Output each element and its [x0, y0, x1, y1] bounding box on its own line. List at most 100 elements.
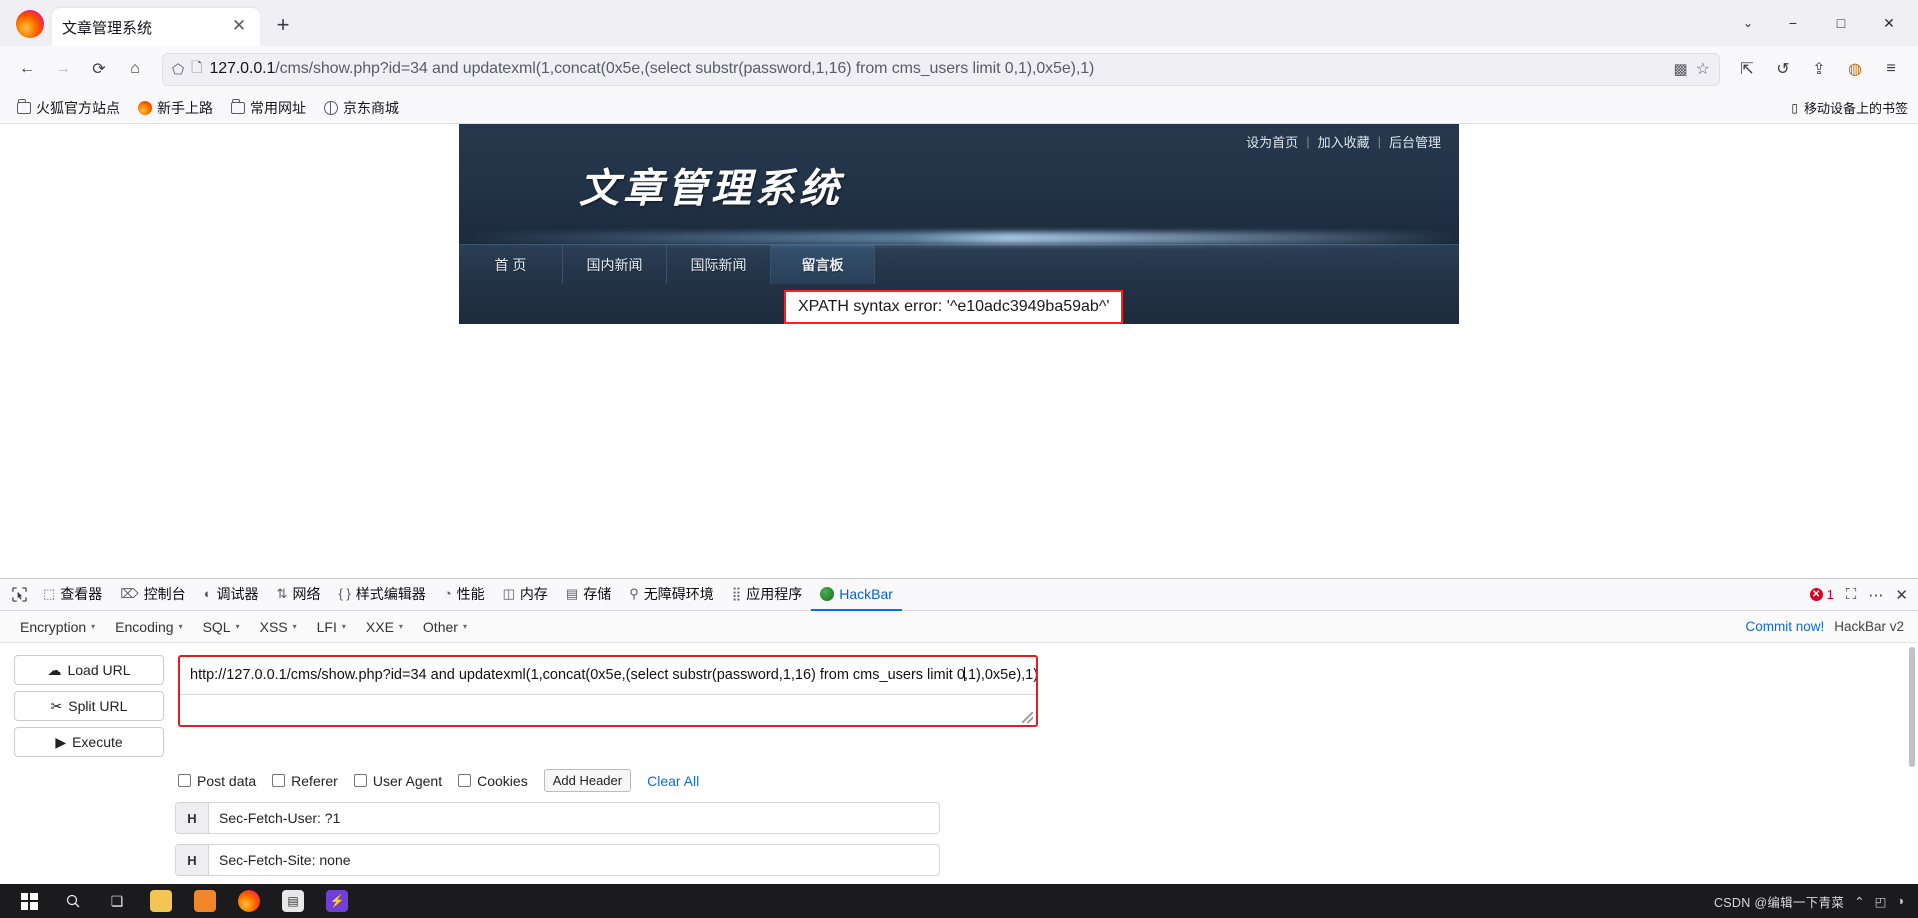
checkbox-icon[interactable]	[458, 774, 472, 787]
tab-accessibility[interactable]: ⚲ 无障碍环境	[620, 579, 723, 611]
devtools-scrollbar[interactable]	[1907, 643, 1917, 884]
mobile-icon: ▯	[1791, 100, 1798, 115]
tab-hackbar[interactable]: HackBar	[811, 579, 902, 611]
tab-network[interactable]: ⇅ 网络	[268, 579, 330, 611]
folder-icon	[231, 98, 245, 114]
app-menu-icon[interactable]: ≡	[1874, 52, 1908, 86]
checkbox-post-data[interactable]: Post data	[178, 773, 256, 789]
close-icon[interactable]: ✕	[228, 16, 250, 38]
url-input[interactable]: http://127.0.0.1/cms/show.php?id=34 and …	[180, 657, 1036, 695]
reload-icon[interactable]: ⟳	[82, 52, 116, 86]
resize-handle-icon[interactable]	[1022, 712, 1033, 723]
scrollbar-thumb[interactable]	[1909, 647, 1915, 767]
checkbox-user-agent[interactable]: User Agent	[353, 773, 442, 789]
store-button[interactable]	[184, 884, 226, 918]
menu-other[interactable]: Other ▾	[413, 615, 477, 639]
sync-icon[interactable]: ↺	[1766, 52, 1800, 86]
checkbox-icon[interactable]	[272, 774, 286, 787]
header-row[interactable]: H Sec-Fetch-Site: none	[175, 844, 940, 876]
site-nav-domestic-news[interactable]: 国内新闻	[563, 245, 667, 284]
forward-icon[interactable]: →	[46, 52, 80, 86]
tab-debugger[interactable]: ◐ 调试器	[195, 579, 268, 611]
taskbar-search[interactable]	[52, 884, 94, 918]
devtools-close-icon[interactable]: ✕	[1895, 586, 1908, 604]
tray-chevron-icon[interactable]: ⌃	[1854, 894, 1864, 909]
menu-encryption[interactable]: Encryption ▾	[10, 615, 105, 639]
site-link-add-favorite[interactable]: 加入收藏	[1318, 132, 1370, 151]
mobile-bookmarks-item[interactable]: ▯ 移动设备上的书签	[1791, 98, 1908, 117]
menu-lfi[interactable]: LFI ▾	[307, 615, 356, 639]
task-view-button[interactable]: ❏	[96, 884, 138, 918]
menu-xxe[interactable]: XXE ▾	[356, 615, 413, 639]
responsive-mode-icon[interactable]: ⛶	[1846, 586, 1857, 603]
header-value-input[interactable]: Sec-Fetch-Site: none	[209, 845, 939, 875]
page-info-icon: 🗋	[191, 59, 203, 75]
add-header-button[interactable]: Add Header	[543, 769, 632, 792]
site-link-set-homepage[interactable]: 设为首页	[1246, 132, 1298, 151]
tab-style-editor[interactable]: { } 样式编辑器	[329, 579, 434, 611]
tab-storage[interactable]: ▤ 存储	[557, 579, 620, 611]
close-window-button[interactable]: ✕	[1866, 6, 1912, 40]
devtools-settings-icon[interactable]: ⋯	[1868, 586, 1883, 604]
notes-icon: ▤	[282, 890, 304, 912]
list-all-tabs-icon[interactable]: ⌄	[1728, 6, 1768, 40]
element-picker-icon[interactable]	[4, 580, 34, 610]
url-textarea-spare[interactable]	[180, 695, 1036, 725]
split-url-button[interactable]: ✂ Split URL	[14, 691, 164, 721]
clear-all-link[interactable]: Clear All	[647, 773, 699, 789]
bookmark-item[interactable]: 火狐官方站点	[10, 95, 127, 121]
checkbox-icon[interactable]	[178, 774, 191, 787]
extensions-icon[interactable]: ⇱	[1730, 52, 1764, 86]
bookmark-item[interactable]: 新手上路	[131, 95, 220, 121]
new-tab-button[interactable]: +	[266, 9, 300, 43]
site-nav-home[interactable]: 首 页	[459, 245, 563, 284]
menu-sql[interactable]: SQL ▾	[193, 615, 250, 639]
bookmark-star-icon[interactable]: ☆	[1696, 59, 1710, 79]
notes-taskbar-button[interactable]: ▤	[272, 884, 314, 918]
load-url-button[interactable]: ☁ Load URL	[14, 655, 164, 685]
tab-memory[interactable]: ◫ 内存	[494, 579, 557, 611]
site-nav-guestbook[interactable]: 留言板	[771, 245, 875, 284]
tab-inspector[interactable]: ⬚ 查看器	[34, 579, 111, 611]
file-explorer-button[interactable]	[140, 884, 182, 918]
error-count-badge[interactable]: ✕ 1	[1809, 587, 1834, 602]
back-icon[interactable]: ←	[10, 52, 44, 86]
checkbox-icon[interactable]	[353, 774, 367, 787]
tab-application[interactable]: ⣿ 应用程序	[723, 579, 812, 611]
menu-encoding[interactable]: Encoding ▾	[105, 615, 192, 639]
address-bar[interactable]: ⬠ 🗋 127.0.0.1/cms/show.php?id=34 and upd…	[162, 52, 1720, 86]
checkbox-cookies[interactable]: Cookies	[458, 773, 528, 789]
bookmark-item[interactable]: 京东商城	[317, 95, 406, 121]
app-taskbar-button[interactable]: ⚡	[316, 884, 358, 918]
execute-button[interactable]: ▶ Execute	[14, 727, 164, 757]
button-label: Load URL	[67, 662, 131, 678]
hackbar-url-box[interactable]: http://127.0.0.1/cms/show.php?id=34 and …	[178, 655, 1038, 727]
start-button[interactable]	[8, 884, 50, 918]
tray-network-icon[interactable]: ◰	[1875, 894, 1887, 909]
checkbox-referer[interactable]: Referer	[272, 773, 338, 789]
console-icon: ⌦	[120, 585, 139, 601]
qr-icon[interactable]: ▩	[1673, 60, 1687, 78]
minimize-button[interactable]: −	[1770, 6, 1816, 40]
tab-console[interactable]: ⌦ 控制台	[111, 579, 194, 611]
home-icon[interactable]: ⌂	[118, 52, 152, 86]
header-row[interactable]: H Sec-Fetch-User: ?1	[175, 802, 940, 834]
hackbar-panel: Encryption ▾ Encoding ▾ SQL ▾ XSS ▾ LFI ▾ XXE…	[0, 611, 1918, 884]
site-link-admin[interactable]: 后台管理	[1389, 132, 1441, 151]
tab-label: 应用程序	[746, 585, 803, 602]
bookmark-item[interactable]: 常用网址	[224, 95, 313, 121]
account-icon[interactable]: ◍	[1838, 52, 1872, 86]
browser-tab[interactable]: 文章管理系统 ✕	[52, 8, 260, 46]
maximize-button[interactable]: □	[1818, 6, 1864, 40]
tray-sound-icon[interactable]: ◑	[1896, 894, 1904, 908]
share-icon[interactable]: ⇪	[1802, 52, 1836, 86]
tab-performance[interactable]: ◔ 性能	[435, 579, 494, 611]
hackbar-icon	[820, 586, 835, 601]
menu-xss[interactable]: XSS ▾	[250, 615, 307, 639]
site-container: 设为首页 | 加入收藏 | 后台管理 文章管理系统 首 页 国内新闻 国际新闻 …	[459, 124, 1459, 324]
firefox-taskbar-button[interactable]	[228, 884, 270, 918]
site-nav-international-news[interactable]: 国际新闻	[667, 245, 771, 284]
tab-label: 性能	[456, 585, 485, 602]
commit-now-link[interactable]: Commit now!	[1745, 619, 1824, 634]
header-value-input[interactable]: Sec-Fetch-User: ?1	[209, 803, 939, 833]
